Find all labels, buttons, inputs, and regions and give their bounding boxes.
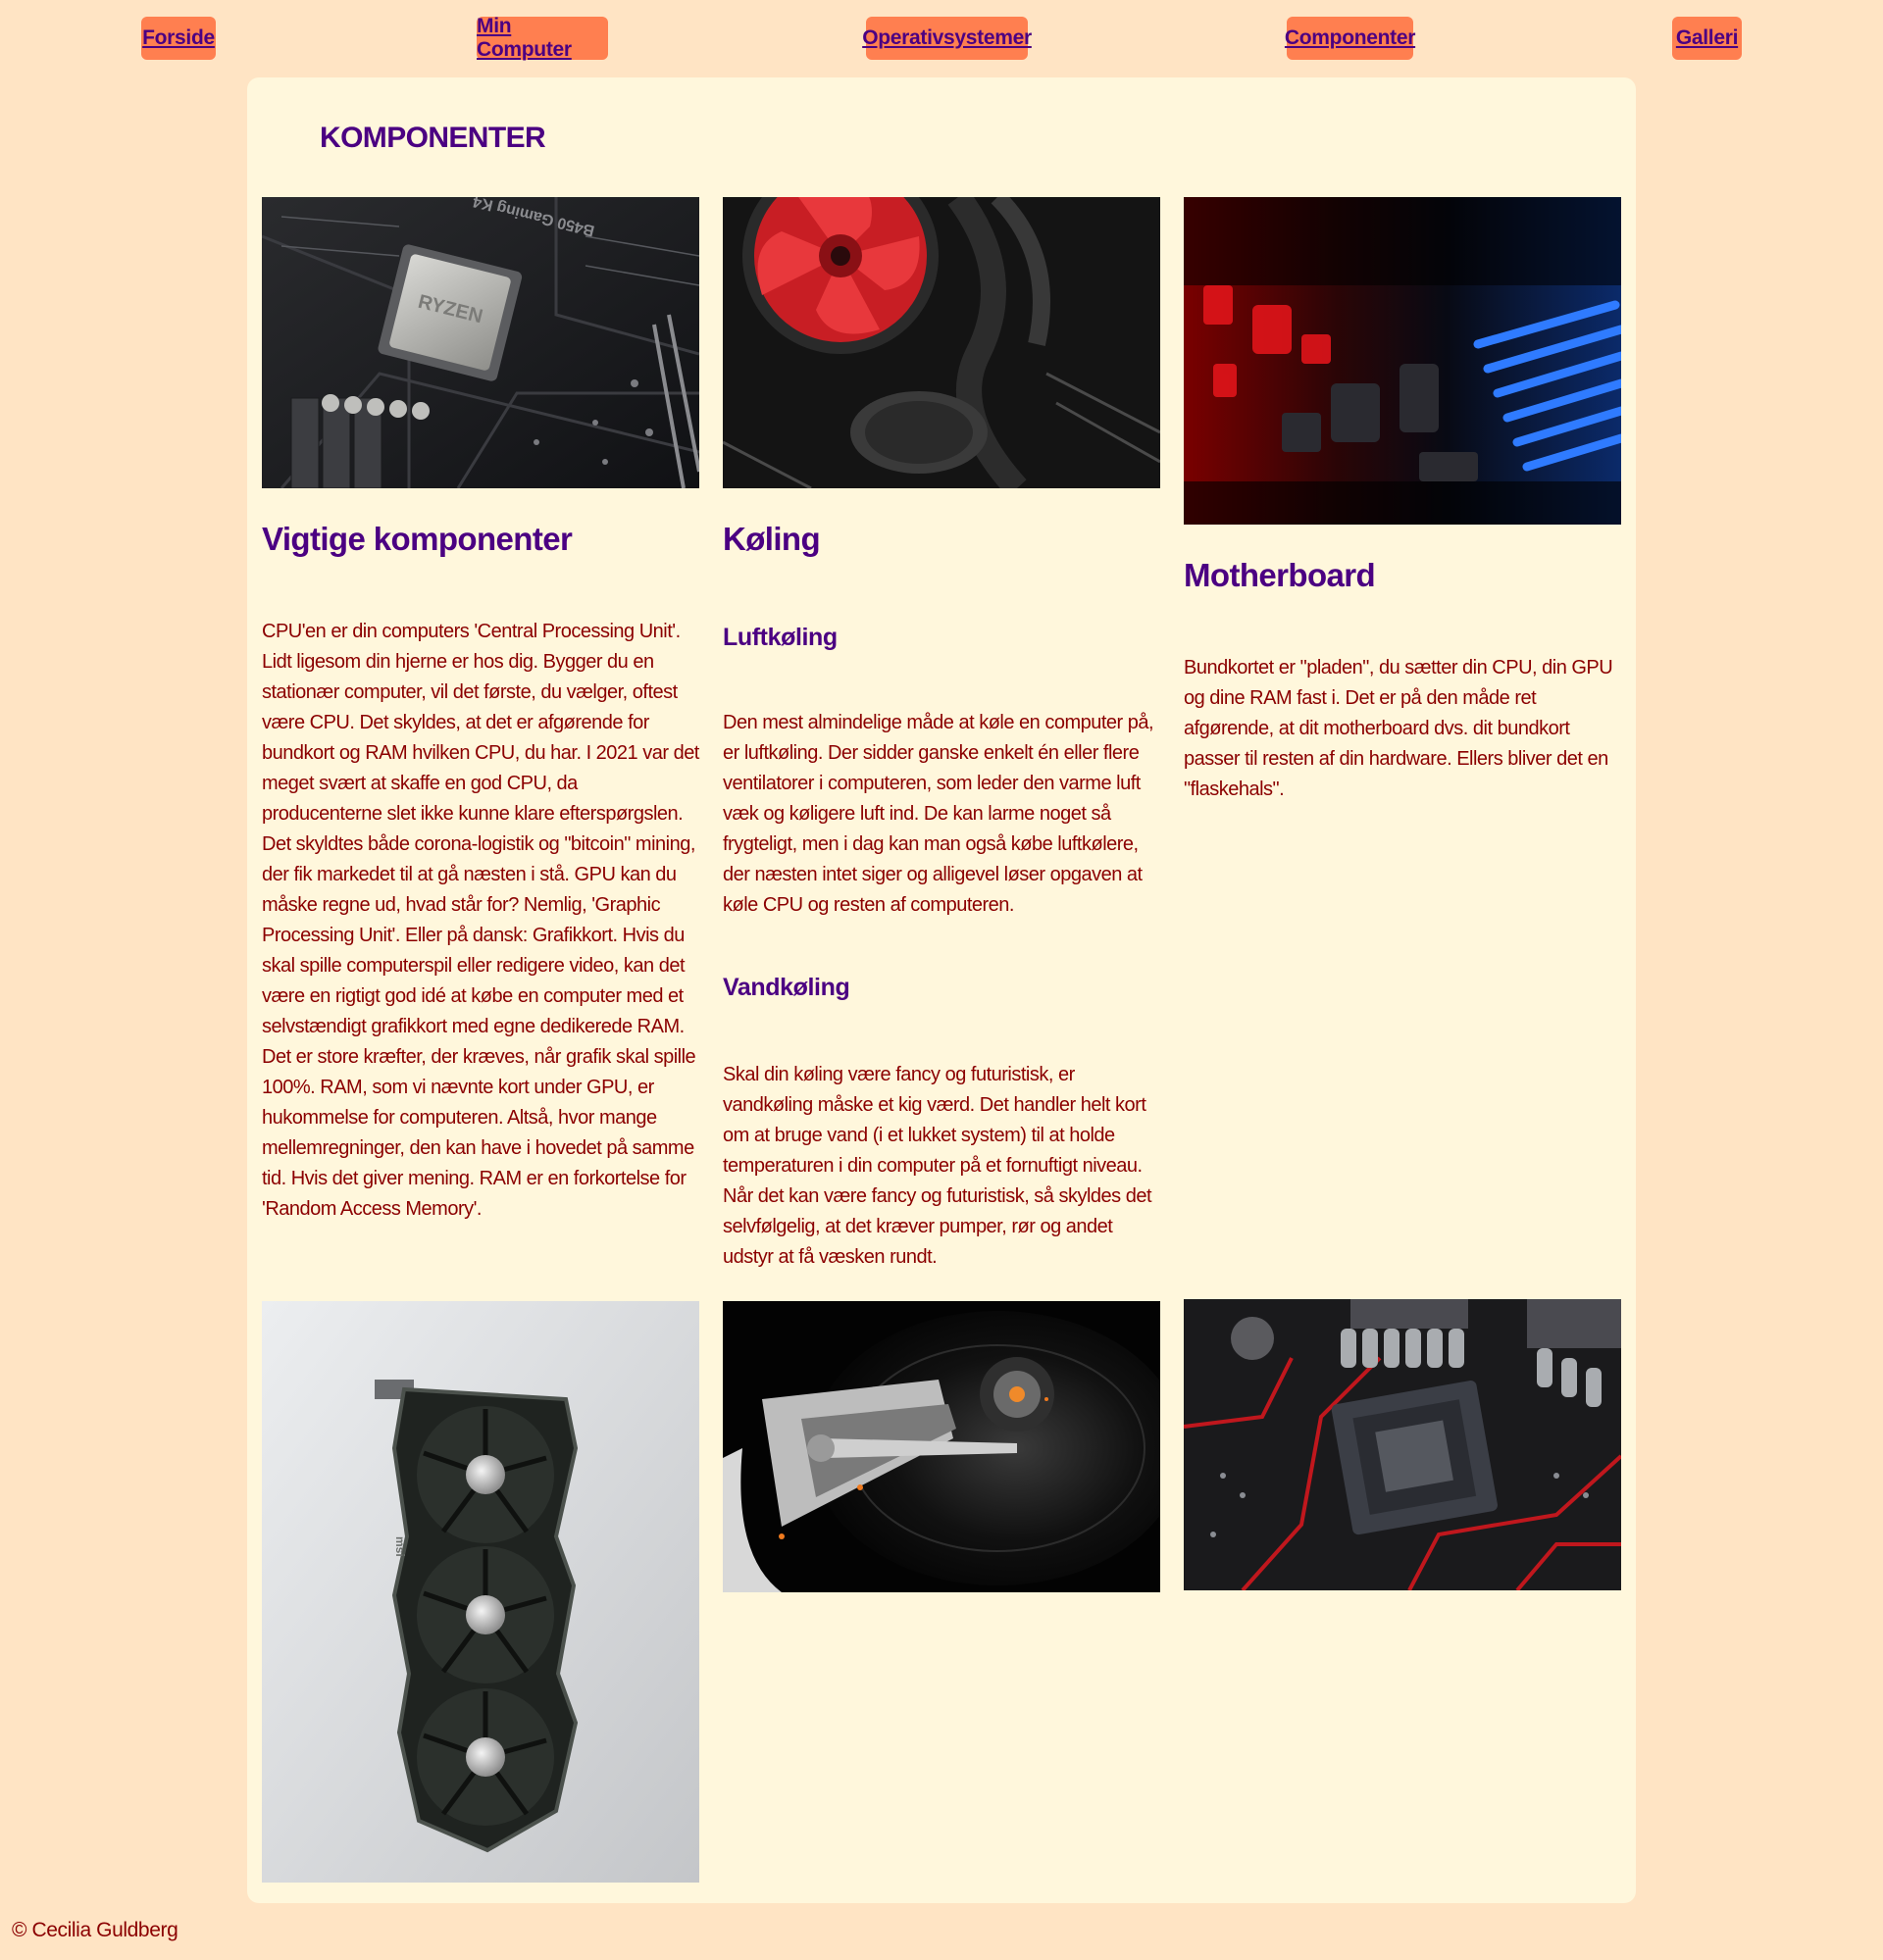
nav-link-forside[interactable]: Forside — [141, 17, 216, 60]
components-body: CPU'en er din computers 'Central Process… — [262, 621, 699, 1220]
page-title: KOMPONENTER — [320, 122, 546, 154]
gpu-brand-text: msi — [393, 1536, 407, 1557]
water-cooling-body: Skal din køling være fancy og futuristis… — [723, 1064, 1152, 1268]
motherboard-socket-photo — [1184, 1299, 1621, 1590]
cooling-heading: Køling — [723, 521, 821, 557]
nav-link-galleri[interactable]: Galleri — [1672, 17, 1742, 60]
water-cooling-heading: Vandkøling — [723, 974, 850, 1001]
circuit-board-photo — [1184, 197, 1621, 525]
graphics-card-photo: msi — [262, 1301, 699, 1883]
footer-copyright: © Cecilia Guldberg — [12, 1919, 178, 1941]
top-navigation: Forside Min Computer Operativsystemer Co… — [0, 0, 1883, 78]
motherboard-body: Bundkortet er "pladen", du sætter din CP… — [1184, 657, 1613, 800]
nav-link-componenter[interactable]: Componenter — [1285, 17, 1415, 60]
air-cooling-body: Den mest almindelige måde at køle en com… — [723, 712, 1154, 916]
hard-drive-photo — [723, 1301, 1160, 1592]
motherboard-heading: Motherboard — [1184, 557, 1376, 593]
air-cooling-heading: Luftkøling — [723, 624, 838, 651]
components-heading: Vigtige komponenter — [262, 521, 573, 557]
nav-link-min-computer[interactable]: Min Computer — [477, 15, 608, 61]
cpu-cooler-photo — [723, 197, 1160, 488]
nav-link-operativsystemer[interactable]: Operativsystemer — [862, 17, 1032, 60]
cpu-motherboard-photo: RYZEN B450 Gaming K4 — [262, 197, 699, 488]
